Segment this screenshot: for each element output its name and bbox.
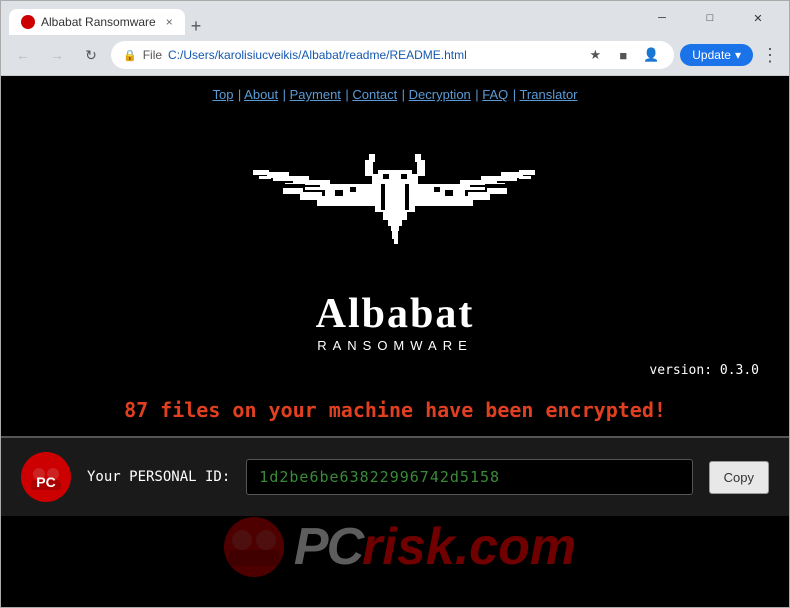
watermark-pc-text: PC [294,517,362,577]
back-button[interactable]: ← [9,41,37,69]
nav-link-decryption[interactable]: Decryption [409,87,471,102]
version-text: version: 0.3.0 [1,353,789,378]
url-text: C:/Users/karolisiucveikis/Albabat/readme… [168,48,578,62]
watermark-dot-text: . [455,517,469,577]
forward-button[interactable]: → [43,41,71,69]
profile-icon[interactable]: 👤 [640,44,662,66]
tab-close-button[interactable]: × [166,15,173,29]
copy-button[interactable]: Copy [709,461,769,494]
nav-link-top[interactable]: Top [212,87,233,102]
bookmark-icon[interactable]: ★ [584,44,606,66]
personal-id-value: 1d2be6be63822996742d5158 [259,468,500,486]
update-button[interactable]: Update ▾ [680,44,753,66]
brand-name: Albabat [316,290,475,338]
maximize-button[interactable]: □ [687,3,733,33]
minimize-button[interactable]: ─ [639,3,685,33]
update-label: Update [692,48,731,62]
nav-link-about[interactable]: About [244,87,278,102]
watermark-com-text: com [469,517,576,577]
svg-text:PC: PC [36,474,55,490]
nav-sep-4: | [402,87,409,102]
window-controls: ─ □ ✕ [639,3,781,33]
extensions-icon[interactable]: ■ [612,44,634,66]
navigation-links: Top | About | Payment | Contact | Decryp… [1,76,789,112]
update-chevron-icon: ▾ [735,48,741,62]
security-icon: 🔒 [123,49,137,62]
nav-link-payment[interactable]: Payment [290,87,341,102]
avatar: PC [21,452,71,502]
watermark-risk-text: risk [362,517,455,577]
nav-sep-2: | [283,87,290,102]
logo-area: Albabat RANSOMWARE [1,112,789,353]
title-bar: Albabat Ransomware × + ─ □ ✕ [1,1,789,35]
encrypted-message: 87 files on your machine have been encry… [1,378,789,432]
address-right-actions: ★ ■ 👤 [584,44,662,66]
page-content: Top | About | Payment | Contact | Decryp… [1,76,789,607]
tab-title: Albabat Ransomware [41,15,156,29]
browser-window: Albabat Ransomware × + ─ □ ✕ ← → ↻ 🔒 Fil… [0,0,790,608]
watermark-logo: PC risk . com [214,512,576,582]
personal-id-value-container: 1d2be6be63822996742d5158 [246,459,692,495]
nav-link-contact[interactable]: Contact [352,87,397,102]
active-tab[interactable]: Albabat Ransomware × [9,9,185,35]
address-bar-input[interactable]: 🔒 File C:/Users/karolisiucveikis/Albabat… [111,41,674,69]
menu-icon[interactable]: ⋮ [759,44,781,66]
watermark-pc-icon [214,512,294,582]
close-button[interactable]: ✕ [735,3,781,33]
personal-id-bar: PC Your PERSONAL ID: 1d2be6be63822996742… [1,436,789,516]
bat-logo-icon [245,122,545,282]
brand-subtitle: RANSOMWARE [317,338,473,353]
personal-id-label: Your PERSONAL ID: [87,469,230,485]
tab-bar: Albabat Ransomware × + [9,1,639,35]
nav-link-faq[interactable]: FAQ [482,87,508,102]
avatar-icon: PC [21,452,71,502]
address-bar: ← → ↻ 🔒 File C:/Users/karolisiucveikis/A… [1,35,789,75]
protocol-label: File [143,48,162,62]
reload-button[interactable]: ↻ [77,41,105,69]
tab-favicon [21,15,35,29]
nav-link-translator[interactable]: Translator [519,87,577,102]
new-tab-button[interactable]: + [191,17,202,35]
